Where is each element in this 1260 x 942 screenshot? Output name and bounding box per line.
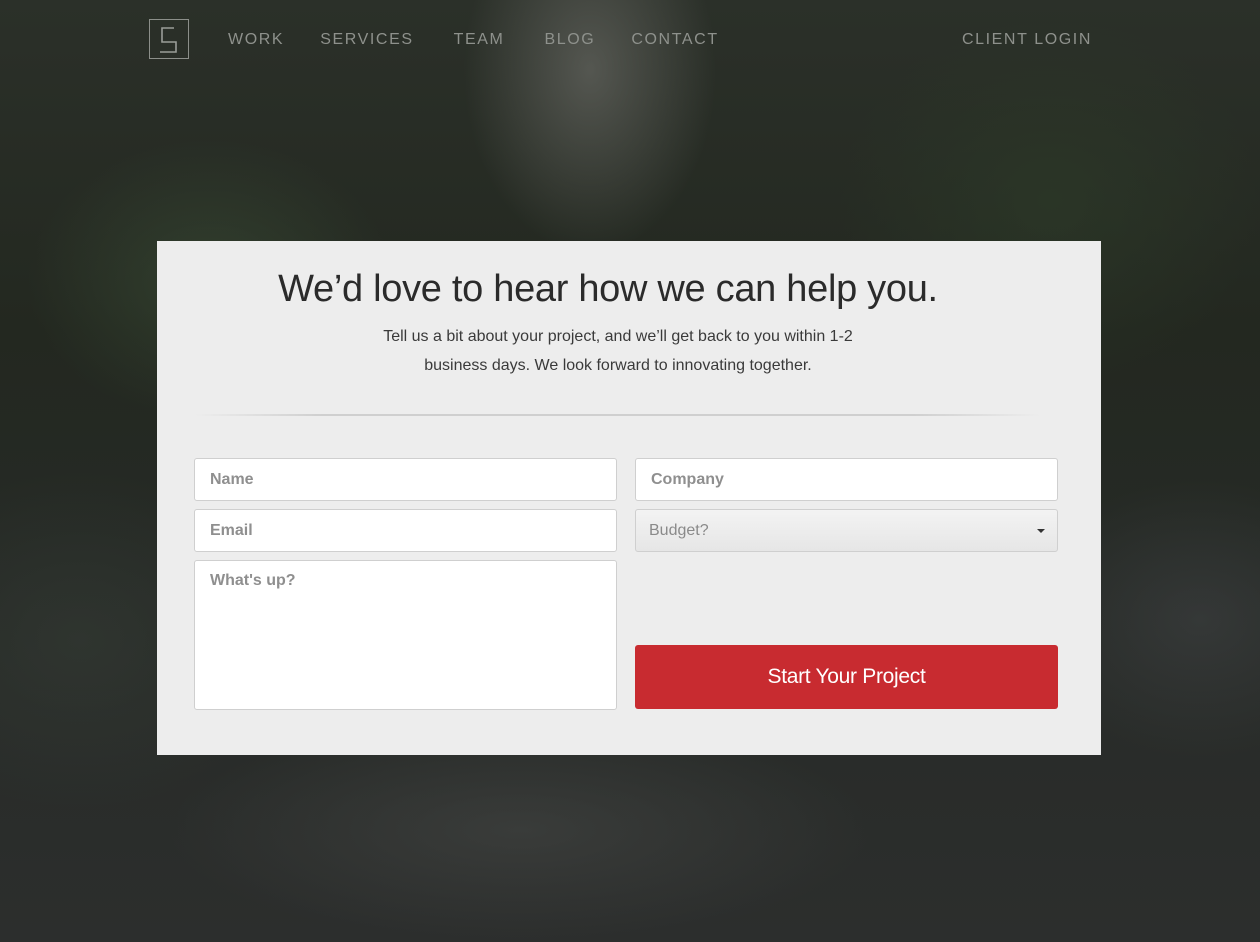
company-input[interactable] (635, 458, 1058, 501)
divider (195, 414, 1040, 416)
start-project-button[interactable]: Start Your Project (635, 645, 1058, 709)
top-navigation: WORK SERVICES TEAM BLOG CONTACT CLIENT L… (0, 0, 1260, 80)
client-login-link[interactable]: CLIENT LOGIN (962, 31, 1092, 49)
message-textarea[interactable] (194, 560, 617, 710)
nav-link-services[interactable]: SERVICES (320, 31, 413, 49)
caret-down-icon (1037, 529, 1045, 533)
nav-link-work[interactable]: WORK (228, 31, 284, 49)
name-input[interactable] (194, 458, 617, 501)
nav-link-contact[interactable]: CONTACT (631, 31, 718, 49)
budget-select[interactable]: Budget? (635, 509, 1058, 552)
contact-heading: We’d love to hear how we can help you. (278, 268, 938, 310)
logo-icon[interactable] (149, 19, 189, 59)
nav-link-team[interactable]: TEAM (454, 31, 505, 49)
contact-subtext: Tell us a bit about your project, and we… (383, 328, 853, 374)
nav-link-blog[interactable]: BLOG (544, 31, 595, 49)
budget-select-value: Budget? (649, 522, 709, 539)
nav-links: WORK SERVICES TEAM BLOG CONTACT (228, 31, 719, 49)
email-input[interactable] (194, 509, 617, 552)
